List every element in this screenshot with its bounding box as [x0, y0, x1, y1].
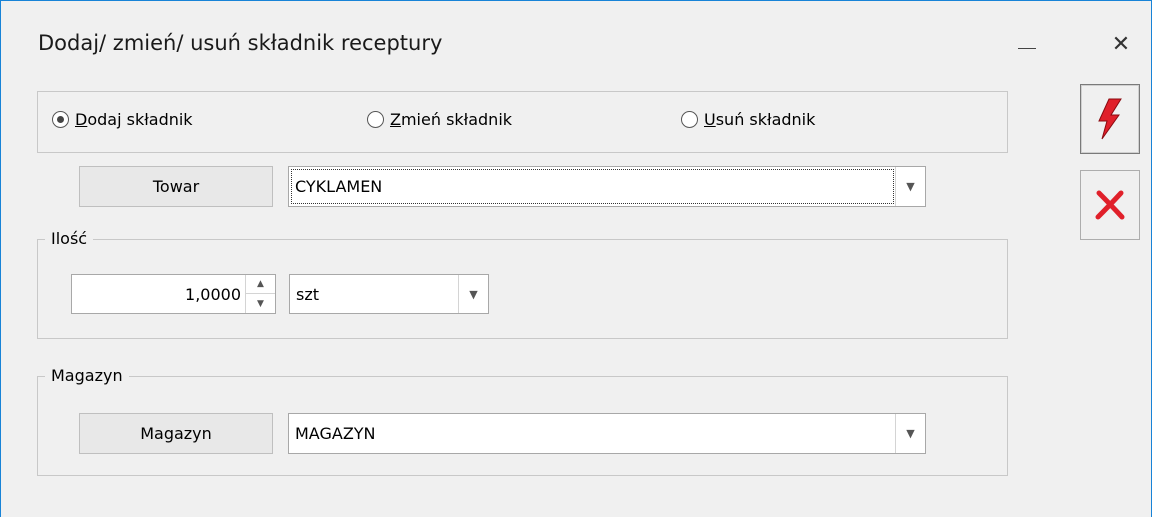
dropdown-arrow-icon[interactable]: ▼	[458, 275, 488, 313]
dropdown-arrow-icon[interactable]: ▼	[895, 167, 925, 206]
magazyn-combobox[interactable]: MAGAZYN ▼	[288, 413, 926, 454]
x-icon	[1095, 190, 1125, 220]
ilosc-value: 1,0000	[185, 284, 241, 304]
radio-zmien-skladnik[interactable]: Zmień składnik	[367, 110, 512, 129]
spin-up-icon[interactable]: ▲	[246, 275, 275, 294]
save-button[interactable]	[1080, 84, 1140, 154]
magazyn-value: MAGAZYN	[295, 424, 376, 443]
minimize-icon	[1018, 47, 1036, 49]
operation-radio-group: Dodaj składnik Zmień składnik Usuń skład…	[37, 91, 1008, 153]
unit-combobox[interactable]: szt ▼	[289, 274, 489, 314]
close-button[interactable]: ✕	[1101, 27, 1141, 67]
radio-dodaj-skladnik[interactable]: Dodaj składnik	[52, 110, 193, 129]
radio-label: Zmień składnik	[390, 110, 513, 129]
magazyn-button[interactable]: Magazyn	[79, 413, 273, 454]
radio-unchecked-icon	[681, 111, 698, 128]
ilosc-spinner[interactable]: 1,0000 ▲ ▼	[71, 274, 276, 314]
ilosc-legend: Ilość	[45, 229, 94, 248]
cancel-button[interactable]	[1080, 170, 1140, 240]
unit-value: szt	[296, 284, 320, 304]
dialog-window: Dodaj/ zmień/ usuń składnik receptury ✕ …	[0, 0, 1152, 517]
radio-checked-icon	[52, 111, 69, 128]
radio-unchecked-icon	[367, 111, 384, 128]
minimize-button[interactable]	[1007, 27, 1047, 67]
title-bar: Dodaj/ zmień/ usuń składnik receptury ✕	[1, 1, 1152, 89]
radio-usun-skladnik[interactable]: Usuń składnik	[681, 110, 815, 129]
spin-down-icon[interactable]: ▼	[246, 294, 275, 313]
towar-value: CYKLAMEN	[295, 177, 383, 196]
close-icon: ✕	[1111, 32, 1131, 57]
radio-label: Dodaj składnik	[75, 110, 193, 129]
towar-button[interactable]: Towar	[79, 166, 273, 207]
radio-label: Usuń składnik	[704, 110, 816, 129]
window-title: Dodaj/ zmień/ usuń składnik receptury	[38, 31, 443, 55]
towar-combobox[interactable]: CYKLAMEN ▼	[288, 166, 926, 207]
magazyn-legend: Magazyn	[45, 366, 129, 385]
lightning-icon	[1098, 98, 1122, 140]
spinner-buttons: ▲ ▼	[245, 275, 275, 313]
dropdown-arrow-icon[interactable]: ▼	[895, 414, 925, 453]
